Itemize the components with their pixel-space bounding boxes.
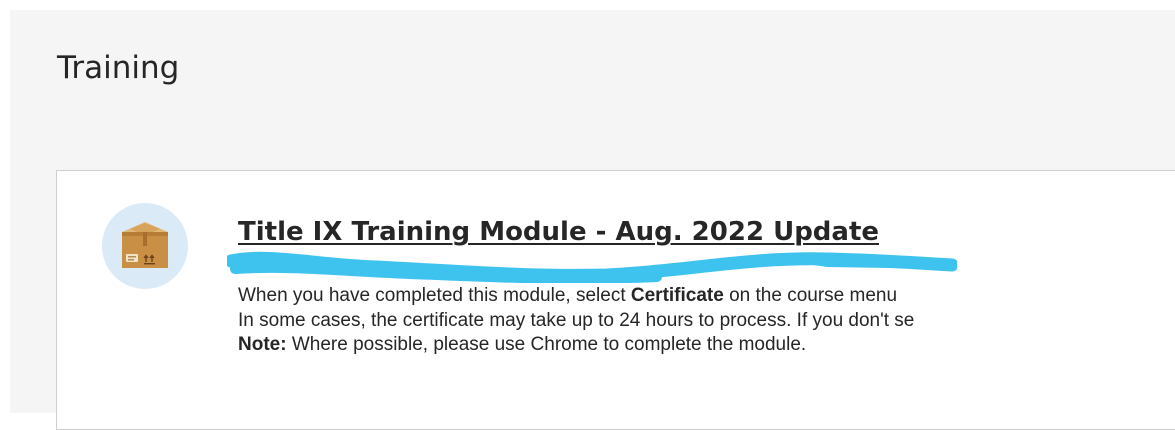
description-line-1-suffix: on the course menu xyxy=(723,285,898,306)
page-title: Training xyxy=(57,50,180,86)
redaction-scribble xyxy=(227,251,957,283)
content-area: Training Title IX Training Module - Aug.… xyxy=(10,10,1175,430)
content-item-card: Title IX Training Module - Aug. 2022 Upd… xyxy=(56,170,1175,430)
description-line-2: In some cases, the certificate may take … xyxy=(238,309,915,331)
certificate-keyword: Certificate xyxy=(630,285,724,306)
content-item-title-link[interactable]: Title IX Training Module - Aug. 2022 Upd… xyxy=(238,217,879,247)
content-item-description: When you have completed this module, sel… xyxy=(238,284,1175,358)
description-line-3: Note: Where possible, please use Chrome … xyxy=(238,333,1175,358)
package-box-icon xyxy=(102,203,188,289)
note-text: Where possible, please use Chrome to com… xyxy=(286,334,807,355)
note-label: Note: xyxy=(238,334,287,355)
description-line-1: When you have completed this module, sel… xyxy=(238,284,1175,309)
description-line-1-text: When you have completed this module, sel… xyxy=(238,285,631,306)
